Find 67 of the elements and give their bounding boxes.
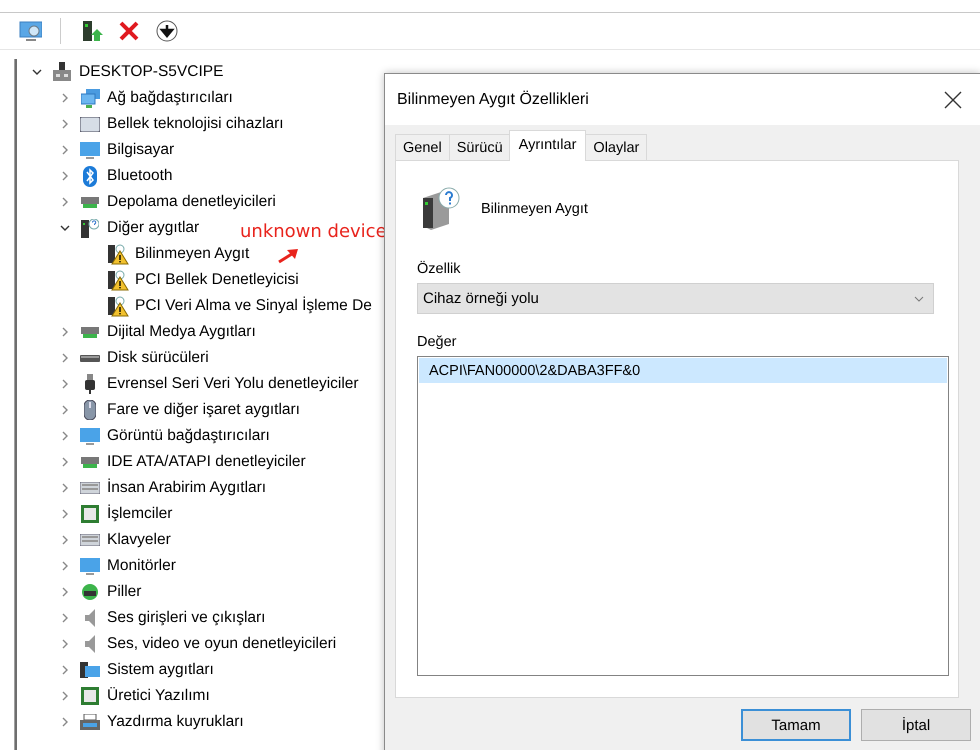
expansion-card-icon — [81, 196, 99, 208]
property-dropdown[interactable]: Cihaz örneği yolu — [417, 283, 934, 314]
download-icon — [155, 19, 179, 43]
monitor-search-icon — [18, 19, 42, 43]
tree-item[interactable]: Depolama denetleyicileri — [107, 193, 276, 211]
tree-item[interactable]: Yazdırma kuyrukları — [107, 713, 244, 731]
property-label: Özellik — [417, 261, 462, 277]
dropdown-caret-icon — [913, 294, 925, 302]
tree-item[interactable]: Diğer aygıtlar — [107, 219, 200, 237]
tree-item[interactable]: Fare ve diğer işaret aygıtları — [107, 401, 300, 419]
tree-item[interactable]: Ağ bağdaştırıcıları — [107, 89, 233, 107]
chip-icon — [81, 687, 99, 705]
drive-icon — [80, 354, 100, 362]
ok-button[interactable]: Tamam — [741, 709, 851, 741]
computer-icon — [51, 61, 73, 83]
cancel-button[interactable]: İptal — [861, 709, 971, 741]
tree-item[interactable]: IDE ATA/ATAPI denetleyiciler — [107, 453, 306, 471]
tab[interactable]: Ayrıntılar — [508, 130, 586, 161]
tree-item[interactable]: Piller — [107, 583, 142, 601]
tree-item[interactable]: Klavyeler — [107, 531, 171, 549]
annotation-arrow — [276, 247, 300, 265]
tree-item[interactable]: Bluetooth — [107, 167, 172, 185]
tree-item[interactable]: PCI Bellek Denetleyicisi — [135, 271, 299, 289]
tree-item[interactable]: PCI Veri Alma ve Sinyal İşleme De — [135, 297, 372, 315]
annotation-label: unknown device — [240, 221, 387, 242]
tree-item[interactable]: Ses, video ve oyun denetleyicileri — [107, 635, 336, 653]
speaker-icon — [85, 609, 95, 627]
keyboard-icon — [80, 482, 100, 494]
tree-item[interactable]: Bilinmeyen Aygıt — [135, 245, 250, 263]
monitor-icon — [80, 142, 100, 158]
tab[interactable]: Olaylar — [585, 134, 648, 160]
tab[interactable]: Genel — [395, 134, 450, 160]
tree-item[interactable]: Görüntü bağdaştırıcıları — [107, 427, 270, 445]
tree-item[interactable]: Sistem aygıtları — [107, 661, 214, 679]
unknown-device-icon — [81, 218, 99, 238]
plug-icon — [85, 374, 95, 394]
memory-icon — [80, 116, 100, 132]
bluetooth-icon — [83, 166, 97, 186]
chip-icon — [81, 505, 99, 523]
tree-item[interactable]: Dijital Medya Aygıtları — [107, 323, 256, 341]
tree-item[interactable]: Üretici Yazılımı — [107, 687, 210, 705]
expansion-card-icon — [81, 326, 99, 338]
value-list-item[interactable]: ACPI\FAN00000\2&DABA3FF&0 — [419, 358, 947, 383]
tree-item[interactable]: Bilgisayar — [107, 141, 174, 159]
network-icon — [80, 88, 100, 108]
tree-item[interactable]: İşlemciler — [107, 505, 172, 523]
device-name: Bilinmeyen Aygıt — [481, 201, 588, 217]
mouse-icon — [84, 400, 96, 420]
close-icon — [943, 90, 963, 110]
tree-item[interactable]: Monitörler — [107, 557, 176, 575]
monitor-icon — [80, 558, 100, 574]
tree-item[interactable]: Disk sürücüleri — [107, 349, 209, 367]
monitor-icon — [80, 428, 100, 444]
system-device-icon — [80, 662, 100, 678]
tree-item[interactable]: Ses girişleri ve çıkışları — [107, 609, 266, 627]
keyboard-icon — [80, 534, 100, 546]
speaker-icon — [85, 635, 95, 653]
tree-item[interactable]: Evrensel Seri Veri Yolu denetleyiciler — [107, 375, 359, 393]
tree-item[interactable]: Bellek teknolojisi cihazları — [107, 115, 284, 133]
tree-item[interactable]: İnsan Arabirim Aygıtları — [107, 479, 266, 497]
dialog-title: Bilinmeyen Aygıt Özellikleri — [397, 90, 589, 108]
tree-item[interactable]: DESKTOP-S5VCIPE — [79, 63, 224, 81]
close-icon — [117, 19, 141, 43]
expansion-card-icon — [81, 456, 99, 468]
battery-icon — [82, 584, 98, 600]
value-label: Değer — [417, 334, 458, 350]
printer-icon — [80, 714, 100, 730]
